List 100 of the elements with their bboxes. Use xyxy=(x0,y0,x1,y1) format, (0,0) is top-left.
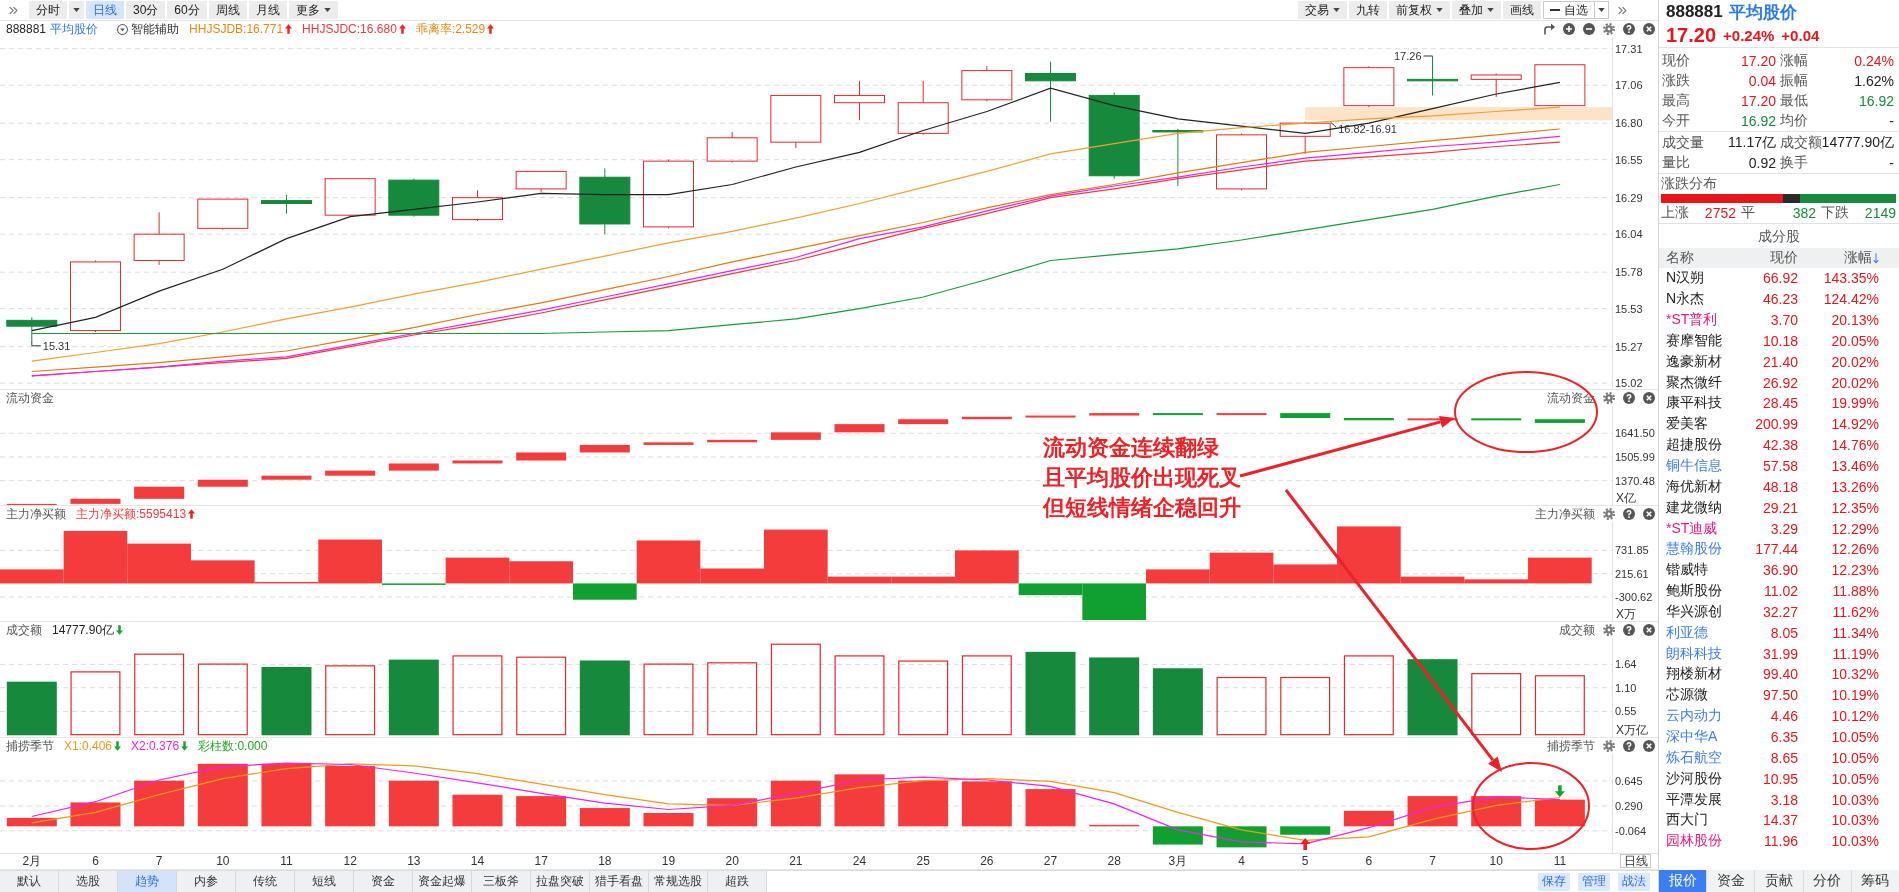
column-header[interactable]: 涨幅 xyxy=(1844,249,1879,267)
settings-icon[interactable] xyxy=(1603,624,1615,636)
close-icon[interactable] xyxy=(1643,740,1655,752)
strategy-tab[interactable]: 资金起爆 xyxy=(413,871,472,892)
double-chevron-icon[interactable] xyxy=(1618,5,1627,15)
stock-name[interactable]: 芯源微 xyxy=(1666,686,1708,705)
stock-name[interactable]: 锴威特 xyxy=(1666,561,1708,580)
stock-name[interactable]: 逸豪新材 xyxy=(1666,352,1722,371)
settings-icon[interactable] xyxy=(1603,23,1615,35)
column-header[interactable]: 名称 xyxy=(1666,249,1694,267)
toolbar-button[interactable]: 60分 xyxy=(167,1,207,19)
double-chevron-icon[interactable] xyxy=(9,5,18,15)
assist-dropdown[interactable]: 智能辅助 xyxy=(117,20,180,38)
stock-name[interactable]: 沙河股份 xyxy=(1666,769,1722,788)
panel-tab[interactable]: 资金 xyxy=(1706,870,1755,892)
stock-name[interactable]: 朗科科技 xyxy=(1666,644,1722,663)
stock-name[interactable]: 超捷股份 xyxy=(1666,436,1722,455)
stock-name[interactable]: *ST普利 xyxy=(1666,311,1718,330)
toolbar-button[interactable]: 分时 xyxy=(29,1,67,19)
flow-bar xyxy=(1534,419,1585,423)
settings-icon[interactable] xyxy=(1603,392,1615,404)
stock-name[interactable]: *ST迪威 xyxy=(1666,519,1718,538)
strategy-tab[interactable]: 常规选股 xyxy=(649,871,708,892)
strategy-tab[interactable]: 传统 xyxy=(236,871,295,892)
help-icon[interactable] xyxy=(1623,23,1635,35)
stock-name[interactable]: 聚杰微纤 xyxy=(1666,373,1722,392)
help-icon[interactable] xyxy=(1623,624,1635,636)
caret-icon xyxy=(323,8,331,12)
help-icon[interactable] xyxy=(1623,740,1635,752)
strategy-tab[interactable]: 选股 xyxy=(59,871,118,892)
flow-bar xyxy=(643,442,694,445)
action-button[interactable]: 管理 xyxy=(1578,872,1610,891)
stock-name[interactable]: 爱美客 xyxy=(1666,415,1708,434)
stock-name[interactable]: 翔楼新材 xyxy=(1666,665,1722,684)
close-icon[interactable] xyxy=(1643,624,1655,636)
stock-name[interactable]: 华兴源创 xyxy=(1666,602,1722,621)
strategy-tab[interactable]: 拉盘突破 xyxy=(531,871,590,892)
stock-name[interactable]: 赛摩智能 xyxy=(1666,331,1722,350)
stock-name[interactable]: 铜牛信息 xyxy=(1666,457,1722,475)
stock-name[interactable]: 建龙微纳 xyxy=(1666,498,1722,517)
axis-label: 10 xyxy=(1489,854,1503,868)
close-icon[interactable] xyxy=(1643,392,1655,404)
action-button[interactable]: 保存 xyxy=(1538,872,1570,891)
stock-name[interactable]: 康平科技 xyxy=(1666,394,1722,413)
toolbar-button[interactable]: 交易 xyxy=(1298,1,1347,19)
toolbar-button[interactable]: 自选 xyxy=(1543,1,1595,19)
stock-price: 29.21 xyxy=(1762,499,1798,516)
candlestick xyxy=(1470,73,1522,98)
settings-icon[interactable] xyxy=(1603,740,1615,752)
dropdown-button[interactable] xyxy=(69,1,84,19)
help-icon[interactable] xyxy=(1623,508,1635,520)
stock-name[interactable]: 利亚德 xyxy=(1666,623,1708,642)
strategy-tab[interactable]: 内参 xyxy=(177,871,236,892)
dropdown-button[interactable] xyxy=(1595,1,1609,19)
toolbar-button[interactable]: 画线 xyxy=(1503,1,1541,19)
stock-name[interactable]: N永杰 xyxy=(1666,290,1705,309)
strategy-tab[interactable]: 资金 xyxy=(354,871,413,892)
action-button[interactable]: 战法 xyxy=(1618,872,1650,891)
toolbar-button[interactable]: 前复权 xyxy=(1389,1,1450,19)
close-icon[interactable] xyxy=(1643,23,1655,35)
stock-change: 20.02% xyxy=(1831,374,1879,391)
stock-name[interactable]: 深中华A xyxy=(1666,728,1718,746)
stock-name[interactable]: 海优新材 xyxy=(1666,477,1722,496)
stock-name[interactable]: 平潭发展 xyxy=(1666,790,1722,809)
panel-tab[interactable]: 贡献 xyxy=(1754,870,1803,892)
stock-name[interactable]: 炼石航空 xyxy=(1666,748,1722,767)
flow-bar xyxy=(1025,415,1076,418)
strategy-tab[interactable]: 默认 xyxy=(0,871,59,892)
toolbar-button[interactable]: 叠加 xyxy=(1452,1,1501,19)
stock-name[interactable]: N汉朔 xyxy=(1666,269,1705,288)
panel-tab[interactable]: 分价 xyxy=(1802,870,1851,892)
help-icon[interactable] xyxy=(1623,392,1635,404)
strategy-tab[interactable]: 趋势 xyxy=(118,871,177,892)
return-arrow-icon[interactable] xyxy=(1543,23,1555,35)
toolbar-button[interactable]: 月线 xyxy=(248,1,287,19)
zoom-out-icon[interactable] xyxy=(1583,23,1595,35)
axis-label: 0.55 xyxy=(1615,705,1637,718)
settings-icon[interactable] xyxy=(1603,508,1615,520)
toolbar-button[interactable]: 日线 xyxy=(86,1,124,19)
toolbar-button[interactable]: 30分 xyxy=(126,1,166,19)
pane-title: 流动资金 xyxy=(6,389,54,407)
strategy-tab[interactable]: 短线 xyxy=(295,871,354,892)
stock-name[interactable]: 西大门 xyxy=(1666,811,1708,830)
strategy-tab[interactable]: 超跌 xyxy=(708,871,767,892)
strategy-tab[interactable]: 三板斧 xyxy=(472,871,531,892)
count-label: 下跌 xyxy=(1821,204,1849,222)
stock-name[interactable]: 云内动力 xyxy=(1666,707,1722,726)
toolbar-button[interactable]: 周线 xyxy=(208,1,247,19)
stock-name[interactable]: 园林股份 xyxy=(1666,832,1722,851)
stock-name[interactable]: 鲍斯股份 xyxy=(1666,582,1722,601)
close-icon[interactable] xyxy=(1643,508,1655,520)
stock-name[interactable]: 慧翰股份 xyxy=(1666,540,1722,559)
toolbar-button[interactable]: 九转 xyxy=(1349,1,1387,19)
strategy-tab[interactable]: 猎手看盘 xyxy=(590,871,649,892)
axis-label: 0.290 xyxy=(1615,799,1643,812)
column-header[interactable]: 现价 xyxy=(1770,249,1798,267)
zoom-in-icon[interactable] xyxy=(1563,23,1575,35)
panel-tab[interactable]: 报价 xyxy=(1659,870,1707,892)
panel-tab[interactable]: 筹码 xyxy=(1850,870,1899,892)
toolbar-button[interactable]: 更多 xyxy=(288,1,338,19)
